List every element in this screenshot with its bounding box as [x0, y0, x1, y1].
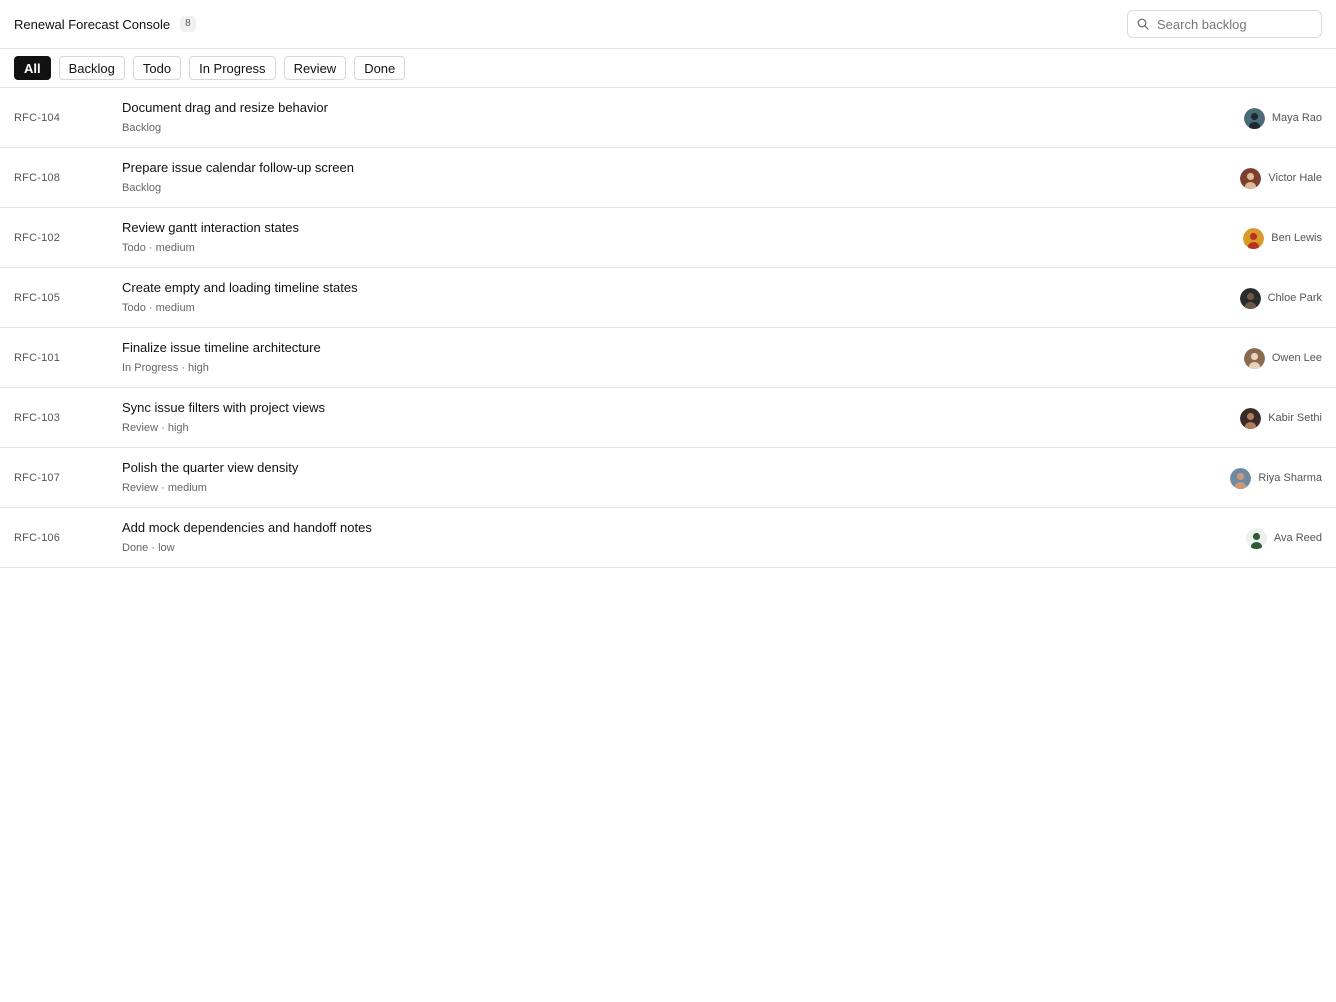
issue-main: Polish the quarter view density Review ·… [122, 460, 298, 495]
assignee-name: Kabir Sethi [1268, 412, 1322, 424]
tab-in-progress[interactable]: In Progress [189, 56, 276, 80]
issue-key: RFC-107 [14, 471, 61, 484]
issue-meta: Done · low [122, 542, 175, 554]
assignee-name: Chloe Park [1267, 292, 1322, 304]
assignee: Chloe Park [1239, 268, 1322, 328]
search-box[interactable] [1127, 10, 1322, 38]
assignee-name: Ava Reed [1273, 532, 1322, 544]
issue-title[interactable]: Polish the quarter view density [122, 460, 298, 476]
tab-done[interactable]: Done [354, 56, 406, 80]
app-header: Renewal Forecast Console 8 [0, 0, 1336, 49]
issue-row[interactable]: RFC-101 Finalize issue timeline architec… [0, 328, 1336, 388]
issue-row[interactable]: RFC-108 Prepare issue calendar follow-up… [0, 148, 1336, 208]
issue-main: Create empty and loading timeline states… [122, 280, 358, 315]
search-icon [1136, 17, 1150, 31]
issue-main: Review gantt interaction states Todo · m… [122, 220, 299, 255]
assignee: Victor Hale [1240, 148, 1322, 208]
issue-main: Sync issue filters with project views Re… [122, 400, 325, 435]
issue-meta: In Progress · high [122, 362, 209, 374]
issue-meta: Review · medium [122, 482, 207, 494]
issue-count-badge: 8 [180, 16, 196, 32]
issue-meta: Backlog [122, 182, 162, 194]
tab-backlog[interactable]: Backlog [58, 56, 125, 80]
assignee-name: Owen Lee [1271, 352, 1322, 364]
issue-title[interactable]: Review gantt interaction states [122, 220, 299, 236]
avatar [1230, 467, 1252, 489]
issue-title[interactable]: Finalize issue timeline architecture [122, 340, 321, 356]
search-input[interactable] [1157, 16, 1317, 32]
issue-row[interactable]: RFC-105 Create empty and loading timelin… [0, 268, 1336, 328]
issue-title[interactable]: Prepare issue calendar follow-up screen [122, 160, 354, 176]
issue-meta: Review · high [122, 422, 189, 434]
issue-title[interactable]: Sync issue filters with project views [122, 400, 325, 416]
assignee: Ben Lewis [1243, 208, 1322, 268]
issue-key: RFC-103 [14, 411, 61, 424]
issue-title[interactable]: Document drag and resize behavior [122, 100, 328, 116]
assignee: Ava Reed [1245, 508, 1322, 568]
issue-row[interactable]: RFC-106 Add mock dependencies and handof… [0, 508, 1336, 568]
issue-meta: Todo · medium [122, 302, 195, 314]
issue-main: Prepare issue calendar follow-up screen … [122, 160, 354, 195]
issue-row[interactable]: RFC-103 Sync issue filters with project … [0, 388, 1336, 448]
issue-meta: Todo · medium [122, 242, 195, 254]
assignee: Riya Sharma [1230, 448, 1322, 508]
issue-key: RFC-105 [14, 291, 61, 304]
issue-key: RFC-106 [14, 531, 61, 544]
issue-key: RFC-108 [14, 171, 61, 184]
issue-main: Finalize issue timeline architecture In … [122, 340, 321, 375]
issue-title[interactable]: Add mock dependencies and handoff notes [122, 520, 372, 536]
assignee-name: Ben Lewis [1271, 232, 1322, 244]
issue-row[interactable]: RFC-107 Polish the quarter view density … [0, 448, 1336, 508]
status-filter-tabs: All Backlog Todo In Progress Review Done [0, 49, 1336, 88]
assignee: Owen Lee [1243, 328, 1322, 388]
issue-title[interactable]: Create empty and loading timeline states [122, 280, 358, 296]
avatar [1243, 347, 1265, 369]
issue-row[interactable]: RFC-104 Document drag and resize behavio… [0, 88, 1336, 148]
tab-review[interactable]: Review [283, 56, 347, 80]
issue-main: Add mock dependencies and handoff notes … [122, 520, 372, 555]
assignee: Kabir Sethi [1240, 388, 1322, 448]
assignee-name: Riya Sharma [1258, 472, 1322, 484]
issue-key: RFC-104 [14, 111, 61, 124]
issue-key: RFC-102 [14, 231, 61, 244]
assignee: Maya Rao [1243, 88, 1322, 148]
avatar [1240, 167, 1262, 189]
issue-row[interactable]: RFC-102 Review gantt interaction states … [0, 208, 1336, 268]
page-title: Renewal Forecast Console [14, 16, 171, 32]
assignee-name: Victor Hale [1268, 172, 1322, 184]
issue-key: RFC-101 [14, 351, 61, 364]
avatar [1243, 227, 1265, 249]
issue-list: RFC-104 Document drag and resize behavio… [0, 88, 1336, 568]
issue-main: Document drag and resize behavior Backlo… [122, 100, 328, 135]
avatar [1243, 107, 1265, 129]
avatar [1239, 287, 1261, 309]
avatar [1245, 527, 1267, 549]
tab-todo[interactable]: Todo [132, 56, 182, 80]
assignee-name: Maya Rao [1271, 112, 1322, 124]
avatar [1240, 407, 1262, 429]
issue-meta: Backlog [122, 122, 162, 134]
tab-all[interactable]: All [14, 56, 51, 80]
